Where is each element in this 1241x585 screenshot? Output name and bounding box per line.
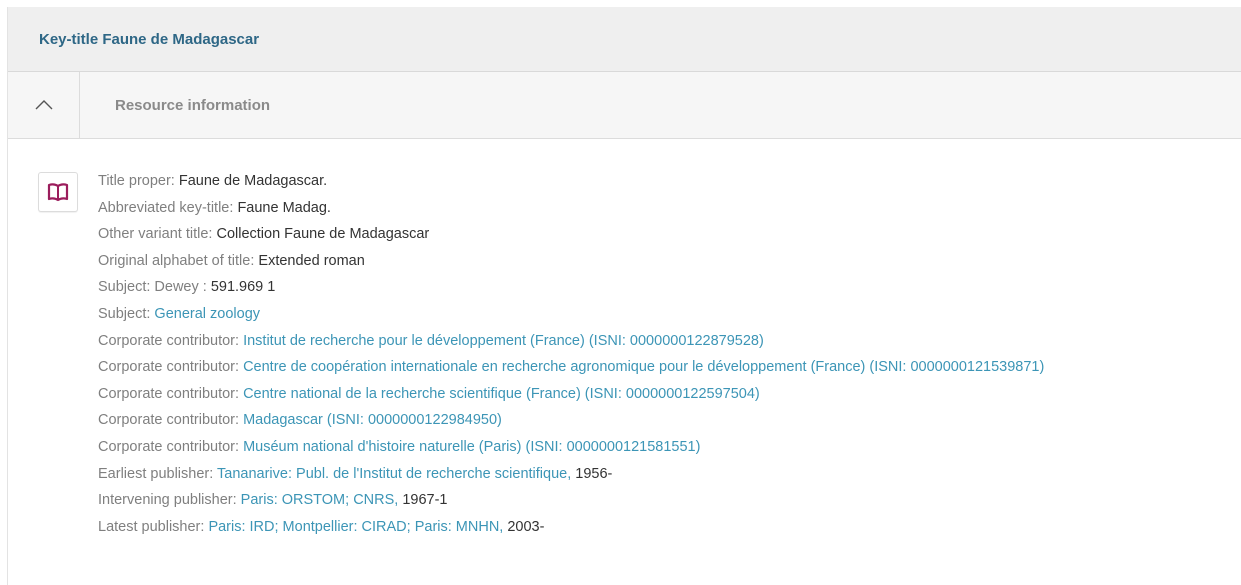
field-value: 2003- bbox=[503, 518, 545, 535]
section-title: Resource information bbox=[115, 96, 271, 114]
field-label: Abbreviated key-title: bbox=[98, 199, 238, 216]
record-field-row: Corporate contributor: Institut de reche… bbox=[98, 328, 1044, 355]
field-label: Latest publisher: bbox=[98, 518, 209, 535]
resource-information-content: Title proper: Faune de Madagascar. Abbrev… bbox=[8, 139, 1241, 535]
record-field-row: Corporate contributor: Centre national d… bbox=[98, 381, 1044, 408]
field-label: Subject: Dewey : bbox=[98, 279, 211, 296]
chevron-up-icon bbox=[35, 100, 52, 110]
field-label: Intervening publisher: bbox=[98, 492, 241, 509]
record-field-row: Original alphabet of title: Extended rom… bbox=[98, 248, 1044, 275]
field-value: 1967-1 bbox=[398, 492, 448, 509]
field-value: Collection Faune de Madagascar bbox=[216, 226, 430, 243]
field-value: Faune de Madagascar. bbox=[178, 173, 328, 189]
field-link[interactable]: Paris: ORSTOM; CNRS, bbox=[241, 492, 399, 508]
field-link[interactable]: Tananarive: Publ. de l'Institut de reche… bbox=[217, 466, 571, 482]
field-value: 591.969 1 bbox=[210, 279, 276, 296]
key-title: Key-title Faune de Madagascar bbox=[39, 30, 260, 48]
page: Key-title Faune de Madagascar Resource i… bbox=[0, 0, 1241, 585]
field-link[interactable]: Madagascar (ISNI: 0000000122984950) bbox=[243, 412, 502, 428]
field-label: Earliest publisher: bbox=[98, 465, 218, 482]
record-field-row: Subject: General zoology bbox=[98, 301, 1044, 328]
record-field-row: Earliest publisher: Tananarive: Publ. de… bbox=[98, 461, 1044, 488]
field-value: Faune Madag. bbox=[237, 199, 331, 216]
field-label: Subject: bbox=[98, 305, 155, 322]
record-field-row: Latest publisher: Paris: IRD; Montpellie… bbox=[98, 514, 1044, 541]
record-card: Key-title Faune de Madagascar Resource i… bbox=[7, 7, 1241, 585]
field-label: Other variant title: bbox=[98, 226, 217, 243]
field-link[interactable]: Institut de recherche pour le développem… bbox=[243, 333, 764, 349]
key-title-bar: Key-title Faune de Madagascar bbox=[8, 7, 1241, 72]
field-label: Title proper: bbox=[98, 173, 179, 189]
collapse-toggle-button[interactable] bbox=[8, 72, 80, 138]
record-field-row: Subject: Dewey : 591.969 1 bbox=[98, 274, 1044, 301]
record-field-row: Title proper: Faune de Madagascar. bbox=[98, 168, 1044, 195]
record-field-row: Abbreviated key-title: Faune Madag. bbox=[98, 195, 1044, 222]
record-field-row: Corporate contributor: Centre de coopéra… bbox=[98, 354, 1044, 381]
record-field-row: Other variant title: Collection Faune de… bbox=[98, 221, 1044, 248]
field-link[interactable]: Centre de coopération internationale en … bbox=[243, 359, 1044, 375]
field-label: Corporate contributor: bbox=[98, 359, 244, 376]
book-icon bbox=[38, 172, 78, 212]
book-glyph-icon bbox=[47, 183, 69, 202]
field-link[interactable]: Muséum national d'histoire naturelle (Pa… bbox=[243, 439, 700, 455]
field-link[interactable]: Centre national de la recherche scientif… bbox=[243, 386, 760, 402]
resource-information-header[interactable]: Resource information bbox=[8, 72, 1241, 139]
record-field-row: Corporate contributor: Muséum national d… bbox=[98, 434, 1044, 461]
field-label: Original alphabet of title: bbox=[98, 252, 259, 269]
field-label: Corporate contributor: bbox=[98, 412, 244, 429]
field-link[interactable]: General zoology bbox=[154, 306, 260, 322]
field-value: Extended roman bbox=[258, 252, 365, 269]
record-field-row: Corporate contributor: Madagascar (ISNI:… bbox=[98, 407, 1044, 434]
field-label: Corporate contributor: bbox=[98, 438, 244, 455]
record-fields: Title proper: Faune de Madagascar. Abbrev… bbox=[98, 168, 1044, 540]
field-label: Corporate contributor: bbox=[98, 385, 244, 402]
field-value: 1956- bbox=[571, 465, 613, 482]
field-link[interactable]: Paris: IRD; Montpellier: CIRAD; Paris: M… bbox=[208, 519, 503, 535]
record-field-row: Intervening publisher: Paris: ORSTOM; CN… bbox=[98, 487, 1044, 514]
field-label: Corporate contributor: bbox=[98, 332, 244, 349]
